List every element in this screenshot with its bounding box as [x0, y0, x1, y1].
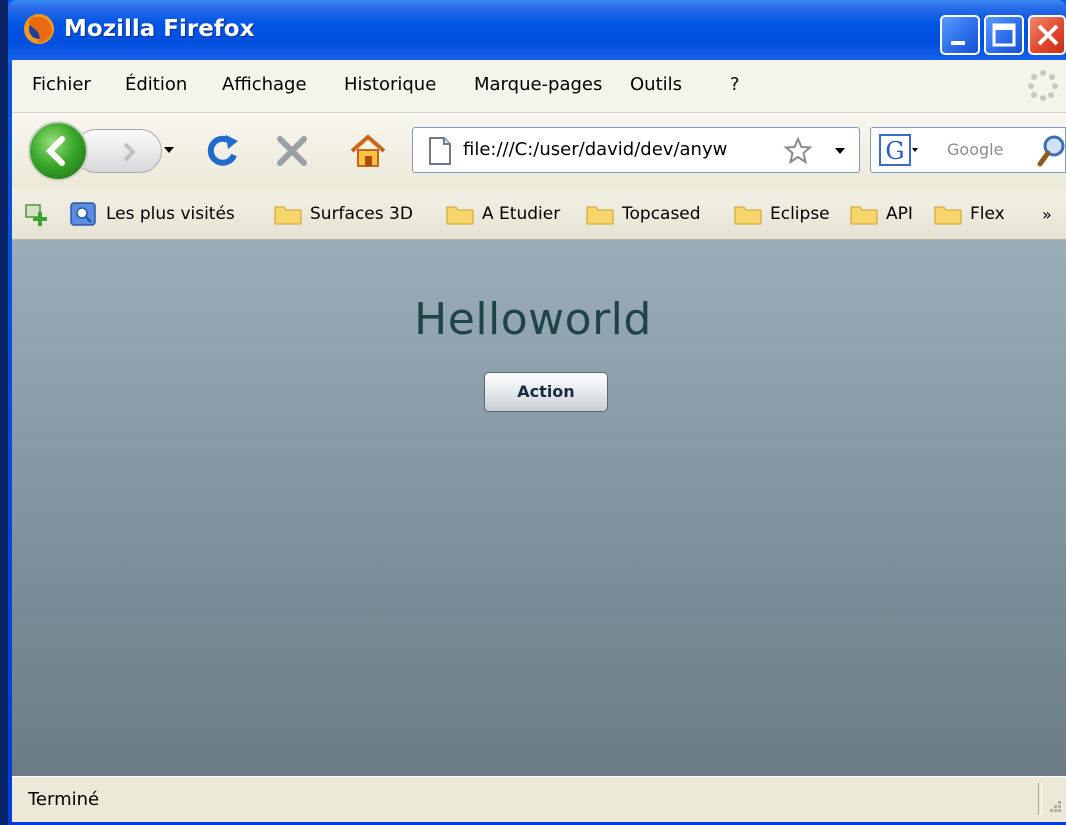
- status-bar: Terminé: [12, 776, 1066, 822]
- bookmark-api[interactable]: API: [850, 201, 913, 227]
- page-heading: Helloworld: [414, 294, 652, 345]
- folder-icon: [934, 206, 962, 225]
- menu-outils[interactable]: Outils: [630, 74, 682, 95]
- bookmark-a-etudier[interactable]: A Etudier: [446, 201, 560, 227]
- forward-arrow-icon: [123, 142, 136, 162]
- maximize-icon: [992, 23, 1016, 47]
- search-placeholder: Google: [947, 140, 1004, 159]
- search-bar[interactable]: G Google: [870, 127, 1066, 173]
- maximize-button[interactable]: [984, 15, 1024, 55]
- url-text[interactable]: file:///C:/user/david/dev/anyw: [463, 139, 768, 160]
- folder-icon: [446, 206, 474, 225]
- status-divider: [1038, 783, 1042, 815]
- history-dropdown-icon[interactable]: [162, 143, 176, 157]
- menu-bar: Fichier Édition Affichage Historique Mar…: [12, 60, 1066, 113]
- resize-grip-icon[interactable]: [1046, 797, 1064, 815]
- page-content: Helloworld Action: [12, 240, 1066, 776]
- title-bar[interactable]: Mozilla Firefox: [8, 0, 1066, 60]
- menu-edition[interactable]: Édition: [125, 74, 187, 95]
- menu-affichage[interactable]: Affichage: [222, 74, 307, 95]
- menu-fichier[interactable]: Fichier: [32, 74, 91, 95]
- bookmark-label: A Etudier: [482, 204, 561, 224]
- bookmark-surfaces-3d[interactable]: Surfaces 3D: [274, 201, 413, 227]
- status-text: Terminé: [28, 789, 100, 810]
- close-button[interactable]: [1028, 15, 1066, 55]
- bookmark-label: Eclipse: [770, 204, 830, 224]
- minimize-button[interactable]: [940, 15, 980, 55]
- throbber-icon: [1028, 70, 1058, 101]
- folder-icon: [586, 206, 614, 225]
- menu-help[interactable]: ?: [730, 74, 740, 95]
- folder-icon: [850, 206, 878, 225]
- folder-icon: [274, 206, 302, 225]
- svg-text:G: G: [885, 137, 904, 165]
- menu-marque-pages[interactable]: Marque-pages: [474, 74, 602, 95]
- browser-client-area: Fichier Édition Affichage Historique Mar…: [12, 60, 1066, 822]
- action-button[interactable]: Action: [484, 372, 608, 412]
- google-icon[interactable]: G: [879, 134, 919, 168]
- navigation-toolbar: file:///C:/user/david/dev/anyw G Google: [12, 113, 1066, 189]
- reload-icon[interactable]: [204, 131, 244, 171]
- back-button[interactable]: [28, 121, 88, 181]
- url-bar[interactable]: file:///C:/user/david/dev/anyw: [412, 127, 860, 173]
- search-icon[interactable]: [1037, 134, 1066, 168]
- close-icon: [1037, 24, 1059, 46]
- bookmark-label: Surfaces 3D: [310, 204, 413, 224]
- folder-icon: [734, 206, 762, 225]
- bookmark-topcased[interactable]: Topcased: [586, 201, 701, 227]
- stop-icon[interactable]: [274, 133, 310, 169]
- bookmark-star-icon[interactable]: [783, 136, 813, 166]
- page-icon: [429, 137, 451, 165]
- smart-bookmark-icon: [70, 202, 96, 226]
- bookmark-eclipse[interactable]: Eclipse: [734, 201, 830, 227]
- bookmark-label: Les plus visités: [106, 204, 235, 224]
- bookmark-label: Flex: [970, 204, 1005, 224]
- bookmark-label: Topcased: [622, 204, 701, 224]
- bookmarks-overflow-chevron[interactable]: »: [1042, 201, 1052, 227]
- bookmark-les-plus-visites[interactable]: Les plus visités: [70, 201, 235, 227]
- bookmark-label: API: [886, 204, 913, 224]
- back-arrow-icon: [45, 136, 65, 166]
- firefox-logo-icon: [24, 14, 54, 44]
- add-bookmark-icon[interactable]: [24, 201, 50, 227]
- bookmarks-toolbar: Les plus visités Surfaces 3D A Etudier T…: [12, 189, 1066, 240]
- menu-historique[interactable]: Historique: [344, 74, 436, 95]
- home-icon[interactable]: [348, 133, 388, 169]
- minimize-icon: [951, 41, 965, 45]
- url-dropdown-icon[interactable]: [833, 144, 847, 158]
- bookmark-flex[interactable]: Flex: [934, 201, 1005, 227]
- window-title: Mozilla Firefox: [64, 16, 255, 42]
